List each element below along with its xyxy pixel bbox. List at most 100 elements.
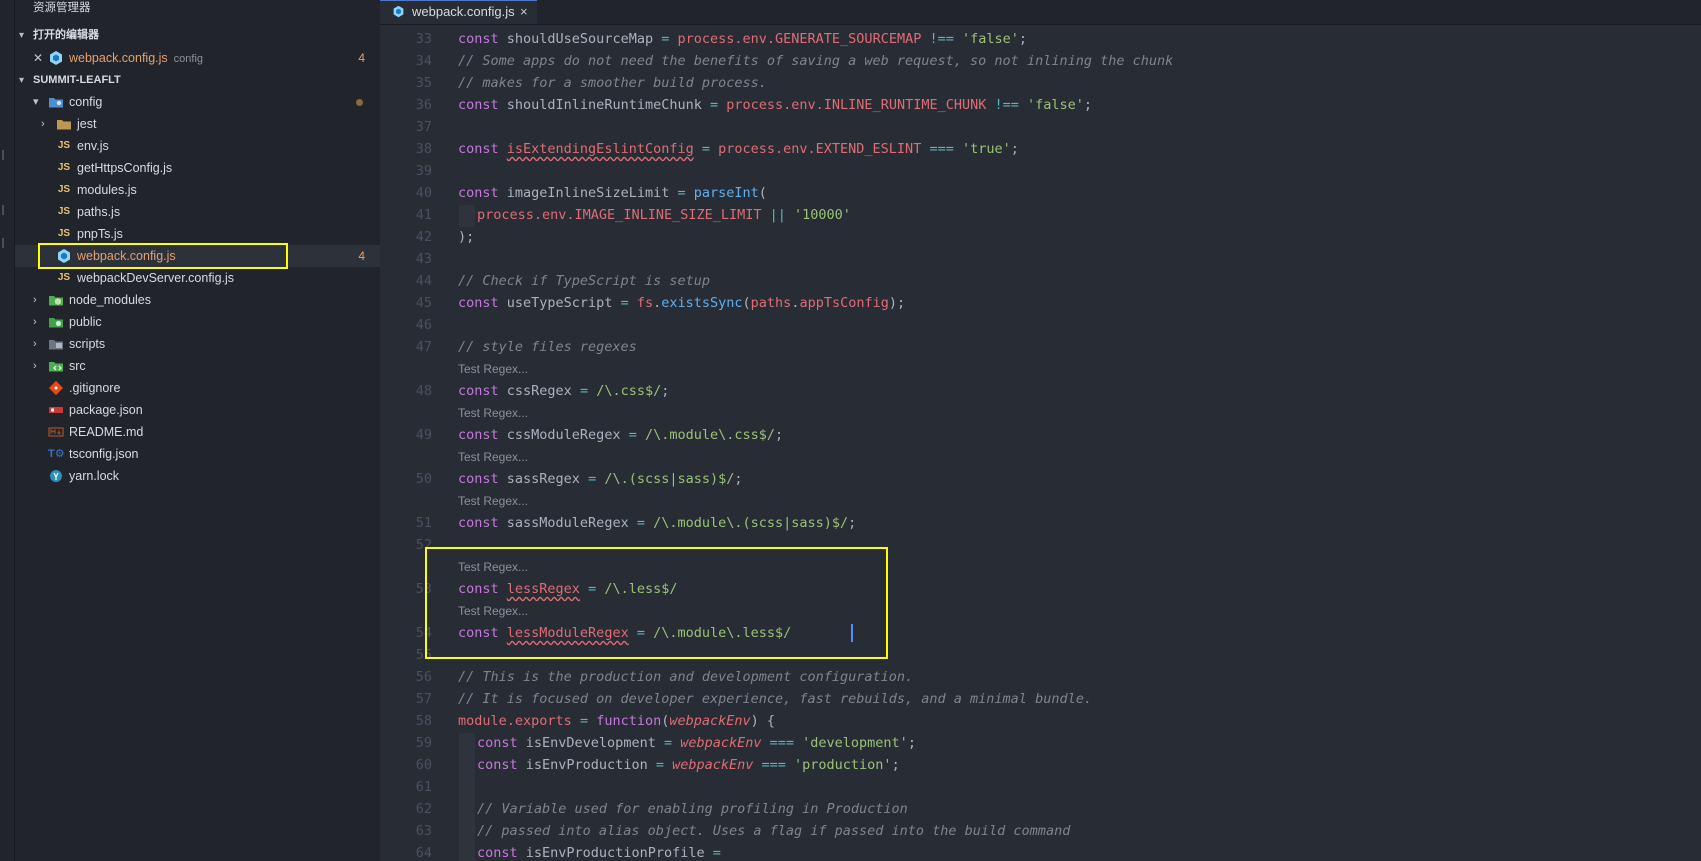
test-regex-lens[interactable]: Test Regex... — [458, 560, 528, 574]
line-number: 45 — [415, 295, 432, 311]
tree-folder-config[interactable]: ▾ config — [15, 91, 380, 113]
code-line: ); — [458, 229, 475, 245]
line-number: 48 — [415, 383, 432, 399]
tree-item-label: paths.js — [77, 205, 121, 219]
line-number: 41 — [415, 207, 432, 223]
open-editor-filename: webpack.config.js — [69, 51, 168, 65]
problem-count-badge: 4 — [358, 51, 365, 65]
problem-count-badge: 4 — [358, 249, 365, 263]
editor-tab-bar: webpack.config.js × — [380, 0, 1701, 25]
line-number: 33 — [415, 31, 432, 47]
tree-item-label: env.js — [77, 139, 109, 153]
code-line: const lessRegex = /\.less$/ — [458, 581, 678, 597]
indent-guide — [459, 205, 475, 227]
chevron-right-icon: › — [33, 316, 37, 328]
activity-marker — [2, 238, 9, 248]
tree-folder-jest[interactable]: › jest — [15, 113, 380, 135]
line-number: 35 — [415, 75, 432, 91]
text-cursor — [851, 624, 853, 642]
javascript-file-icon: JS — [57, 272, 71, 283]
code-line: const cssModuleRegex = /\.module\.css$/; — [458, 427, 784, 443]
line-number: 64 — [415, 845, 432, 861]
tree-file[interactable]: .gitignore — [15, 377, 380, 399]
tree-file[interactable]: package.json — [15, 399, 380, 421]
tree-file[interactable]: JS paths.js — [15, 201, 380, 223]
code-comment: // It is focused on developer experience… — [458, 691, 1092, 707]
tree-file[interactable]: yarn.lock — [15, 465, 380, 487]
tree-file[interactable]: JS webpackDevServer.config.js — [15, 267, 380, 289]
line-number: 61 — [415, 779, 432, 795]
close-icon[interactable]: × — [520, 2, 528, 22]
close-icon[interactable]: ✕ — [33, 47, 43, 69]
tree-file[interactable]: JS pnpTs.js — [15, 223, 380, 245]
chevron-right-icon: › — [33, 294, 37, 306]
tree-file[interactable]: T⚙ tsconfig.json — [15, 443, 380, 465]
test-regex-lens[interactable]: Test Regex... — [458, 406, 528, 420]
tree-folder-src[interactable]: › src — [15, 355, 380, 377]
indent-guide — [459, 733, 475, 861]
code-line: const shouldInlineRuntimeChunk = process… — [458, 97, 1093, 113]
tree-file[interactable]: JS modules.js — [15, 179, 380, 201]
code-comment: // style files regexes — [458, 339, 637, 355]
project-section-header[interactable]: ▾ SUMMIT-LEAFLT — [15, 70, 380, 90]
code-comment: // Some apps do not need the benefits of… — [458, 53, 1174, 69]
code-line: const sassRegex = /\.(scss|sass)$/; — [458, 471, 743, 487]
scripts-folder-icon — [48, 336, 64, 352]
tree-file-webpack-config[interactable]: webpack.config.js 4 — [15, 245, 380, 267]
code-line: process.env.IMAGE_INLINE_SIZE_LIMIT || '… — [477, 207, 851, 223]
line-number: 51 — [415, 515, 432, 531]
code-comment: // Check if TypeScript is setup — [458, 273, 710, 289]
line-number: 55 — [415, 647, 432, 663]
line-number: 57 — [415, 691, 432, 707]
test-regex-lens[interactable]: Test Regex... — [458, 450, 528, 464]
test-regex-lens[interactable]: Test Regex... — [458, 362, 528, 376]
line-number: 50 — [415, 471, 432, 487]
open-editors-section-header[interactable]: ▾ 打开的编辑器 — [15, 25, 380, 45]
line-number: 53 — [415, 581, 432, 597]
line-number: 49 — [415, 427, 432, 443]
activity-bar — [0, 0, 15, 861]
tree-file[interactable]: JS env.js — [15, 135, 380, 157]
test-regex-lens[interactable]: Test Regex... — [458, 494, 528, 508]
folder-icon — [56, 116, 72, 132]
code-comment: // makes for a smoother build process. — [458, 75, 767, 91]
public-folder-icon — [48, 314, 64, 330]
code-line: const shouldUseSourceMap = process.env.G… — [458, 31, 1028, 47]
line-number: 37 — [415, 119, 432, 135]
tree-folder-node-modules[interactable]: › node_modules — [15, 289, 380, 311]
markdown-icon — [48, 424, 64, 440]
code-comment: // Variable used for enabling profiling … — [477, 801, 908, 817]
webpack-file-icon — [56, 248, 72, 264]
yarn-icon — [48, 468, 64, 484]
tree-item-label: public — [69, 315, 102, 329]
code-comment: // passed into alias object. Uses a flag… — [477, 823, 1071, 839]
chevron-down-icon: ▾ — [19, 30, 25, 41]
code-editor[interactable]: 33 34 35 36 37 38 39 40 41 42 43 44 45 4… — [380, 25, 1701, 861]
line-number: 36 — [415, 97, 432, 113]
tree-folder-scripts[interactable]: › scripts — [15, 333, 380, 355]
code-line: const imageInlineSizeLimit = parseInt( — [458, 185, 767, 201]
tree-file[interactable]: README.md — [15, 421, 380, 443]
line-number: 62 — [415, 801, 432, 817]
tree-item-label: pnpTs.js — [77, 227, 123, 241]
tree-item-label: webpackDevServer.config.js — [77, 271, 235, 285]
chevron-down-icon: ▾ — [33, 96, 39, 108]
tree-item-label: .gitignore — [69, 381, 121, 395]
webpack-file-icon — [48, 50, 64, 66]
activity-marker — [2, 205, 9, 215]
line-number: 63 — [415, 823, 432, 839]
tree-file[interactable]: JS getHttpsConfig.js — [15, 157, 380, 179]
tab-webpack-config[interactable]: webpack.config.js × — [380, 0, 537, 24]
line-number: 47 — [415, 339, 432, 355]
git-icon — [48, 380, 64, 396]
code-line: const useTypeScript = fs.existsSync(path… — [458, 295, 906, 311]
config-folder-icon — [48, 94, 64, 110]
test-regex-lens[interactable]: Test Regex... — [458, 604, 528, 618]
javascript-file-icon: JS — [57, 228, 71, 239]
line-number: 56 — [415, 669, 432, 685]
open-editor-item[interactable]: ✕ webpack.config.js config 4 — [15, 47, 380, 69]
code-line: const isEnvProductionProfile = — [477, 845, 721, 861]
line-number: 43 — [415, 251, 432, 267]
tree-folder-public[interactable]: › public — [15, 311, 380, 333]
tree-item-label: webpack.config.js — [77, 249, 176, 263]
